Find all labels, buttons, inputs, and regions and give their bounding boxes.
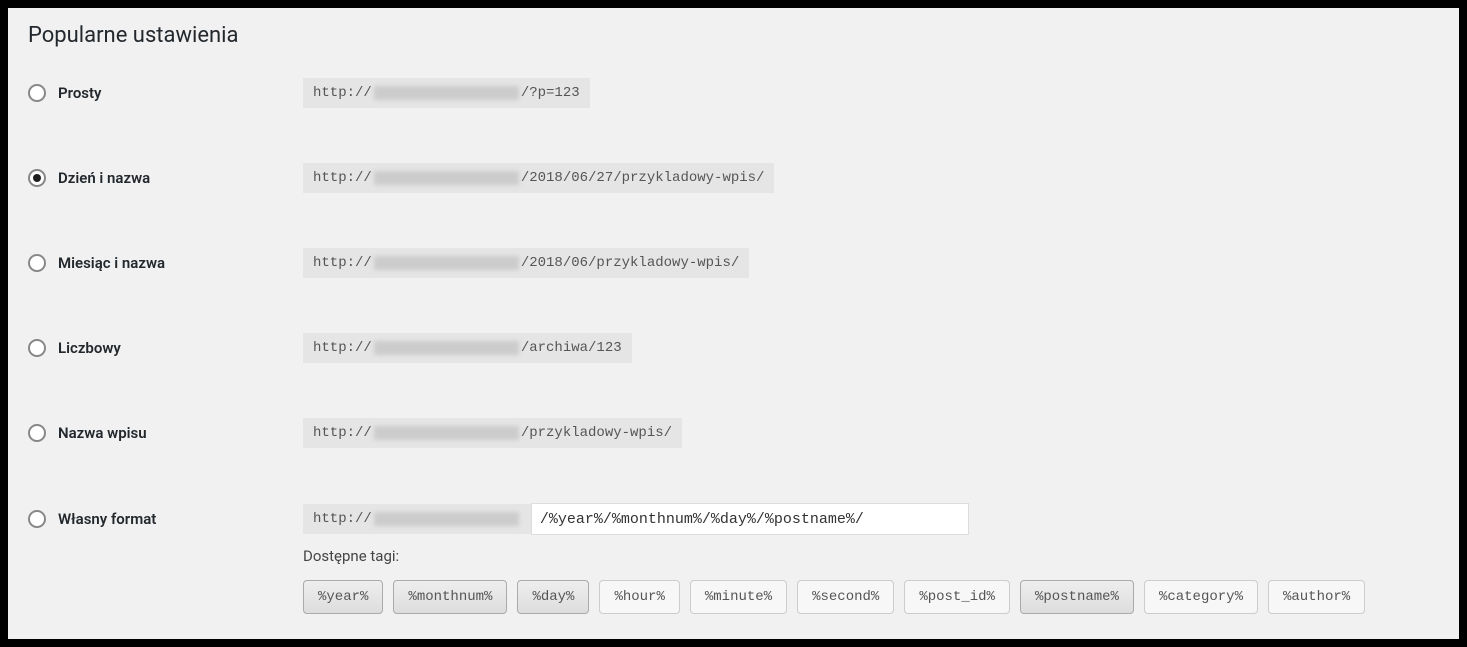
radio-label-day-name[interactable]: Dzień i nazwa bbox=[58, 169, 150, 187]
radio-post-name[interactable] bbox=[28, 424, 46, 442]
radio-label-wrap[interactable]: Nazwa wpisu bbox=[28, 424, 303, 442]
tags-section: Dostępne tagi: %year% %monthnum% %day% %… bbox=[303, 547, 1439, 614]
blurred-domain bbox=[374, 426, 519, 440]
tags-row: %year% %monthnum% %day% %hour% %minute% … bbox=[303, 580, 1439, 614]
url-example-month-name: http:// /2018/06/przykladowy-wpis/ bbox=[303, 248, 749, 278]
custom-input-wrap: http:// bbox=[303, 503, 969, 535]
tag-author[interactable]: %author% bbox=[1268, 580, 1365, 614]
radio-label-wrap[interactable]: Liczbowy bbox=[28, 339, 303, 357]
tag-monthnum[interactable]: %monthnum% bbox=[393, 580, 507, 614]
tag-minute[interactable]: %minute% bbox=[690, 580, 787, 614]
blurred-domain bbox=[374, 256, 519, 270]
url-example-post-name: http:// /przykladowy-wpis/ bbox=[303, 418, 682, 448]
url-example-plain: http:// /?p=123 bbox=[303, 78, 590, 108]
radio-month-name[interactable] bbox=[28, 254, 46, 272]
tag-post-id[interactable]: %post_id% bbox=[904, 580, 1010, 614]
option-row-custom: Własny format http:// bbox=[28, 503, 1439, 535]
blurred-domain bbox=[374, 171, 519, 185]
permalink-settings-panel: Popularne ustawienia Prosty http:// /?p=… bbox=[8, 8, 1459, 639]
radio-day-name[interactable] bbox=[28, 169, 46, 187]
url-suffix: /przykladowy-wpis/ bbox=[521, 425, 672, 441]
radio-label-wrap[interactable]: Miesiąc i nazwa bbox=[28, 254, 303, 272]
option-row-month-name: Miesiąc i nazwa http:// /2018/06/przykla… bbox=[28, 248, 1439, 278]
url-example-numeric: http:// /archiwa/123 bbox=[303, 333, 632, 363]
url-prefix: http:// bbox=[313, 511, 372, 527]
option-row-numeric: Liczbowy http:// /archiwa/123 bbox=[28, 333, 1439, 363]
url-prefix: http:// bbox=[313, 170, 372, 186]
radio-label-wrap[interactable]: Prosty bbox=[28, 84, 303, 102]
url-suffix: /archiwa/123 bbox=[521, 340, 622, 356]
radio-label-post-name[interactable]: Nazwa wpisu bbox=[58, 424, 147, 442]
radio-label-custom[interactable]: Własny format bbox=[58, 510, 156, 528]
url-prefix: http:// bbox=[313, 85, 372, 101]
url-prefix: http:// bbox=[313, 340, 372, 356]
blurred-domain bbox=[374, 512, 519, 526]
tags-label: Dostępne tagi: bbox=[303, 547, 1439, 565]
tag-second[interactable]: %second% bbox=[797, 580, 894, 614]
custom-structure-input[interactable] bbox=[531, 503, 969, 535]
radio-numeric[interactable] bbox=[28, 339, 46, 357]
blurred-domain bbox=[374, 341, 519, 355]
url-prefix: http:// bbox=[313, 425, 372, 441]
url-suffix: /2018/06/przykladowy-wpis/ bbox=[521, 255, 739, 271]
radio-label-wrap[interactable]: Własny format bbox=[28, 510, 303, 528]
url-suffix: /2018/06/27/przykladowy-wpis/ bbox=[521, 170, 765, 186]
blurred-domain bbox=[374, 86, 519, 100]
radio-label-plain[interactable]: Prosty bbox=[58, 84, 102, 102]
tag-category[interactable]: %category% bbox=[1144, 580, 1258, 614]
tag-year[interactable]: %year% bbox=[303, 580, 383, 614]
radio-label-month-name[interactable]: Miesiąc i nazwa bbox=[58, 254, 165, 272]
radio-plain[interactable] bbox=[28, 84, 46, 102]
tag-postname[interactable]: %postname% bbox=[1020, 580, 1134, 614]
option-row-day-name: Dzień i nazwa http:// /2018/06/27/przykl… bbox=[28, 163, 1439, 193]
url-example-day-name: http:// /2018/06/27/przykladowy-wpis/ bbox=[303, 163, 774, 193]
option-row-plain: Prosty http:// /?p=123 bbox=[28, 78, 1439, 108]
option-row-post-name: Nazwa wpisu http:// /przykladowy-wpis/ bbox=[28, 418, 1439, 448]
section-heading: Popularne ustawienia bbox=[28, 23, 1439, 48]
radio-custom[interactable] bbox=[28, 510, 46, 528]
url-prefix: http:// bbox=[313, 255, 372, 271]
url-suffix: /?p=123 bbox=[521, 85, 580, 101]
radio-label-wrap[interactable]: Dzień i nazwa bbox=[28, 169, 303, 187]
tag-hour[interactable]: %hour% bbox=[599, 580, 679, 614]
radio-label-numeric[interactable]: Liczbowy bbox=[58, 339, 121, 357]
custom-url-prefix: http:// bbox=[303, 504, 531, 534]
tag-day[interactable]: %day% bbox=[517, 580, 589, 614]
